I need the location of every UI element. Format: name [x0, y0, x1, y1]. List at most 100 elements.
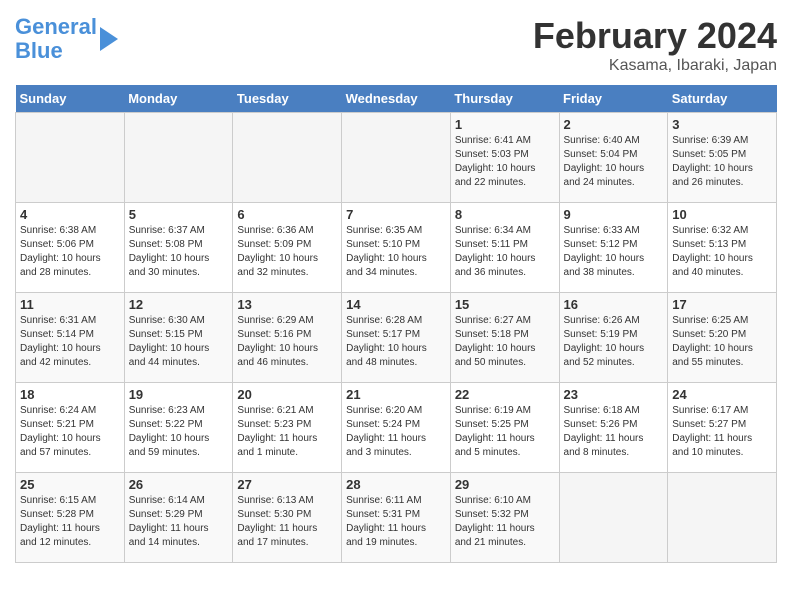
- weekday-header-monday: Monday: [124, 85, 233, 113]
- table-cell: 26 Sunrise: 6:14 AM Sunset: 5:29 PM Dayli…: [124, 473, 233, 563]
- weekday-header-row: SundayMondayTuesdayWednesdayThursdayFrid…: [16, 85, 777, 113]
- day-info: Sunrise: 6:26 AM Sunset: 5:19 PM Dayligh…: [564, 314, 664, 370]
- logo-line1: General: [15, 14, 97, 39]
- table-cell: 10Sunrise: 6:32 AM Sunset: 5:13 PM Dayli…: [668, 203, 777, 293]
- table-cell: 3 Sunrise: 6:39 AM Sunset: 5:05 PM Daylig…: [668, 113, 777, 203]
- calendar-title: February 2024: [533, 15, 777, 57]
- day-info: Sunrise: 6:41 AM Sunset: 5:03 PM Dayligh…: [455, 134, 555, 190]
- day-number: 18: [20, 387, 120, 402]
- day-info: Sunrise: 6:11 AM Sunset: 5:31 PM Dayligh…: [346, 494, 446, 550]
- day-info: Sunrise: 6:27 AM Sunset: 5:18 PM Dayligh…: [455, 314, 555, 370]
- calendar-subtitle: Kasama, Ibaraki, Japan: [533, 57, 777, 75]
- day-info: Sunrise: 6:34 AM Sunset: 5:11 PM Dayligh…: [455, 224, 555, 280]
- day-info: Sunrise: 6:38 AM Sunset: 5:06 PM Dayligh…: [20, 224, 120, 280]
- day-number: 6: [237, 207, 337, 222]
- day-number: 20: [237, 387, 337, 402]
- table-cell: 19 Sunrise: 6:23 AM Sunset: 5:22 PM Dayli…: [124, 383, 233, 473]
- day-number: 10: [672, 207, 772, 222]
- day-number: 28: [346, 477, 446, 492]
- weekday-header-thursday: Thursday: [450, 85, 559, 113]
- day-number: 15: [455, 297, 555, 312]
- table-cell: 15 Sunrise: 6:27 AM Sunset: 5:18 PM Dayli…: [450, 293, 559, 383]
- table-cell: 9 Sunrise: 6:33 AM Sunset: 5:12 PM Daylig…: [559, 203, 668, 293]
- table-cell: [668, 473, 777, 563]
- day-number: 1: [455, 117, 555, 132]
- day-number: 14: [346, 297, 446, 312]
- table-cell: 6 Sunrise: 6:36 AM Sunset: 5:09 PM Daylig…: [233, 203, 342, 293]
- week-row-5: 25 Sunrise: 6:15 AM Sunset: 5:28 PM Dayli…: [16, 473, 777, 563]
- day-number: 24: [672, 387, 772, 402]
- table-cell: 1 Sunrise: 6:41 AM Sunset: 5:03 PM Daylig…: [450, 113, 559, 203]
- weekday-header-tuesday: Tuesday: [233, 85, 342, 113]
- table-cell: 11 Sunrise: 6:31 AM Sunset: 5:14 PM Dayli…: [16, 293, 125, 383]
- table-cell: [233, 113, 342, 203]
- day-number: 16: [564, 297, 664, 312]
- table-cell: [559, 473, 668, 563]
- table-cell: 21Sunrise: 6:20 AM Sunset: 5:24 PM Dayli…: [342, 383, 451, 473]
- day-info: Sunrise: 6:24 AM Sunset: 5:21 PM Dayligh…: [20, 404, 120, 460]
- week-row-3: 11 Sunrise: 6:31 AM Sunset: 5:14 PM Dayli…: [16, 293, 777, 383]
- table-cell: 5 Sunrise: 6:37 AM Sunset: 5:08 PM Daylig…: [124, 203, 233, 293]
- table-cell: 24Sunrise: 6:17 AM Sunset: 5:27 PM Dayli…: [668, 383, 777, 473]
- day-info: Sunrise: 6:23 AM Sunset: 5:22 PM Dayligh…: [129, 404, 229, 460]
- day-info: Sunrise: 6:21 AM Sunset: 5:23 PM Dayligh…: [237, 404, 337, 460]
- logo-line2: Blue: [15, 38, 63, 63]
- table-cell: 18 Sunrise: 6:24 AM Sunset: 5:21 PM Dayli…: [16, 383, 125, 473]
- day-number: 12: [129, 297, 229, 312]
- weekday-header-saturday: Saturday: [668, 85, 777, 113]
- week-row-4: 18 Sunrise: 6:24 AM Sunset: 5:21 PM Dayli…: [16, 383, 777, 473]
- table-cell: 12 Sunrise: 6:30 AM Sunset: 5:15 PM Dayli…: [124, 293, 233, 383]
- day-number: 9: [564, 207, 664, 222]
- table-cell: 28 Sunrise: 6:11 AM Sunset: 5:31 PM Dayli…: [342, 473, 451, 563]
- day-number: 26: [129, 477, 229, 492]
- table-cell: 27Sunrise: 6:13 AM Sunset: 5:30 PM Dayli…: [233, 473, 342, 563]
- table-cell: [16, 113, 125, 203]
- logo-text: General Blue: [15, 15, 97, 63]
- day-info: Sunrise: 6:14 AM Sunset: 5:29 PM Dayligh…: [129, 494, 229, 550]
- title-area: February 2024 Kasama, Ibaraki, Japan: [533, 15, 777, 75]
- day-number: 11: [20, 297, 120, 312]
- day-info: Sunrise: 6:40 AM Sunset: 5:04 PM Dayligh…: [564, 134, 664, 190]
- table-cell: 14 Sunrise: 6:28 AM Sunset: 5:17 PM Dayli…: [342, 293, 451, 383]
- day-info: Sunrise: 6:29 AM Sunset: 5:16 PM Dayligh…: [237, 314, 337, 370]
- day-number: 13: [237, 297, 337, 312]
- day-info: Sunrise: 6:36 AM Sunset: 5:09 PM Dayligh…: [237, 224, 337, 280]
- table-cell: 7Sunrise: 6:35 AM Sunset: 5:10 PM Daylig…: [342, 203, 451, 293]
- table-cell: 8Sunrise: 6:34 AM Sunset: 5:11 PM Daylig…: [450, 203, 559, 293]
- day-info: Sunrise: 6:37 AM Sunset: 5:08 PM Dayligh…: [129, 224, 229, 280]
- table-cell: 20 Sunrise: 6:21 AM Sunset: 5:23 PM Dayli…: [233, 383, 342, 473]
- day-number: 21: [346, 387, 446, 402]
- day-number: 3: [672, 117, 772, 132]
- day-number: 2: [564, 117, 664, 132]
- weekday-header-wednesday: Wednesday: [342, 85, 451, 113]
- day-info: Sunrise: 6:31 AM Sunset: 5:14 PM Dayligh…: [20, 314, 120, 370]
- weekday-header-sunday: Sunday: [16, 85, 125, 113]
- day-info: Sunrise: 6:35 AM Sunset: 5:10 PM Dayligh…: [346, 224, 446, 280]
- table-cell: 25 Sunrise: 6:15 AM Sunset: 5:28 PM Dayli…: [16, 473, 125, 563]
- day-number: 17: [672, 297, 772, 312]
- weekday-header-friday: Friday: [559, 85, 668, 113]
- table-cell: 4 Sunrise: 6:38 AM Sunset: 5:06 PM Daylig…: [16, 203, 125, 293]
- week-row-2: 4 Sunrise: 6:38 AM Sunset: 5:06 PM Daylig…: [16, 203, 777, 293]
- day-number: 19: [129, 387, 229, 402]
- day-info: Sunrise: 6:30 AM Sunset: 5:15 PM Dayligh…: [129, 314, 229, 370]
- table-cell: 16 Sunrise: 6:26 AM Sunset: 5:19 PM Dayli…: [559, 293, 668, 383]
- day-info: Sunrise: 6:10 AM Sunset: 5:32 PM Dayligh…: [455, 494, 555, 550]
- day-info: Sunrise: 6:33 AM Sunset: 5:12 PM Dayligh…: [564, 224, 664, 280]
- table-cell: [342, 113, 451, 203]
- table-cell: [124, 113, 233, 203]
- day-number: 5: [129, 207, 229, 222]
- day-info: Sunrise: 6:15 AM Sunset: 5:28 PM Dayligh…: [20, 494, 120, 550]
- table-cell: 22Sunrise: 6:19 AM Sunset: 5:25 PM Dayli…: [450, 383, 559, 473]
- day-info: Sunrise: 6:18 AM Sunset: 5:26 PM Dayligh…: [564, 404, 664, 460]
- calendar-table: SundayMondayTuesdayWednesdayThursdayFrid…: [15, 85, 777, 563]
- day-number: 4: [20, 207, 120, 222]
- table-cell: 17Sunrise: 6:25 AM Sunset: 5:20 PM Dayli…: [668, 293, 777, 383]
- day-info: Sunrise: 6:39 AM Sunset: 5:05 PM Dayligh…: [672, 134, 772, 190]
- day-number: 25: [20, 477, 120, 492]
- table-cell: 2 Sunrise: 6:40 AM Sunset: 5:04 PM Daylig…: [559, 113, 668, 203]
- table-cell: 29Sunrise: 6:10 AM Sunset: 5:32 PM Dayli…: [450, 473, 559, 563]
- logo: General Blue: [15, 15, 118, 63]
- day-info: Sunrise: 6:28 AM Sunset: 5:17 PM Dayligh…: [346, 314, 446, 370]
- day-info: Sunrise: 6:19 AM Sunset: 5:25 PM Dayligh…: [455, 404, 555, 460]
